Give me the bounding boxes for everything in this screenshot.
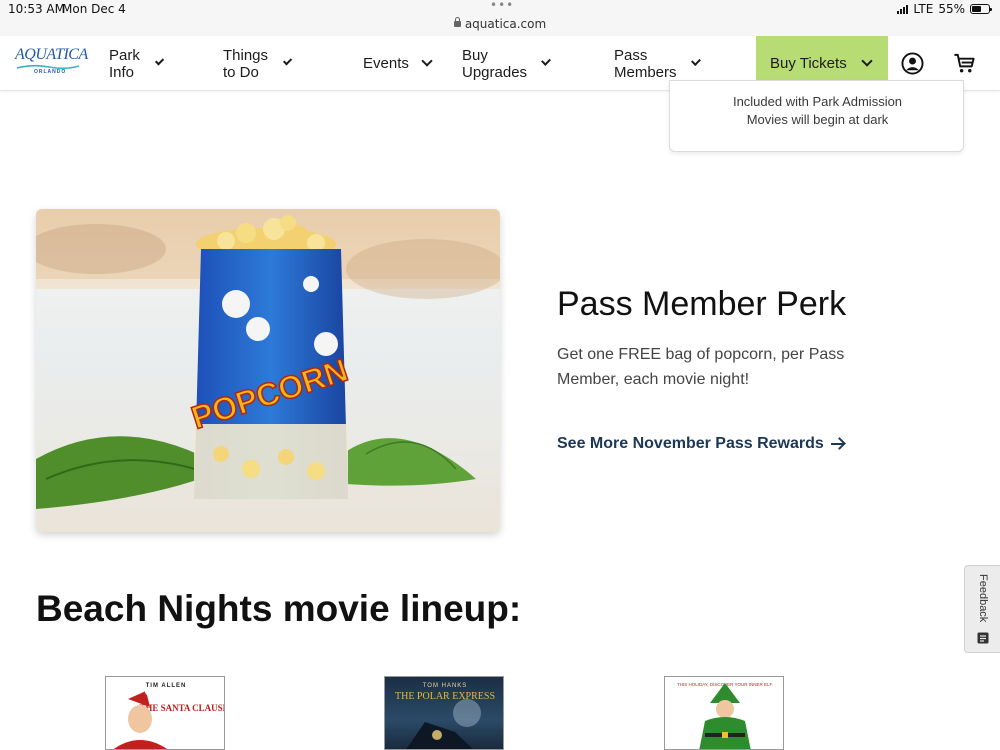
multitask-dots-icon[interactable]: ••• (490, 0, 514, 12)
url-text: aquatica.com (464, 17, 547, 31)
nav-label: Pass Members (614, 46, 677, 81)
popcorn-image: POPCORN (36, 209, 500, 532)
shopping-cart-icon[interactable] (953, 52, 976, 75)
polar-express-poster-art: TOM HANKS THE POLAR EXPRESS (395, 683, 495, 749)
feedback-tab[interactable]: Feedback (964, 565, 1000, 653)
nav-label: Buy Upgrades (462, 46, 528, 81)
nav-things-to-do[interactable]: Things to Do (223, 36, 293, 91)
perk-title: Pass Member Perk (557, 285, 847, 323)
status-time: 10:53 AM (8, 2, 65, 16)
movie-poster-santa-clause[interactable]: TIM ALLEN THE SANTA CLAUSE (105, 676, 225, 750)
movie-poster-elf[interactable]: THIS HOLIDAY, DISCOVER YOUR INNER ELF. (664, 676, 784, 750)
buy-tickets-label: Buy Tickets (770, 55, 847, 72)
movie-poster-polar-express[interactable]: TOM HANKS THE POLAR EXPRESS (384, 676, 504, 750)
nav-label: Events (363, 55, 409, 72)
lock-icon (453, 17, 461, 27)
aquatica-logo[interactable]: AQUATICA ORLANDO (15, 46, 88, 82)
poster-title: THE POLAR EXPRESS (395, 691, 495, 702)
feedback-icon (977, 632, 989, 644)
nav-events[interactable]: Events (363, 36, 433, 91)
lineup-title: Beach Nights movie lineup: (36, 588, 522, 629)
address-bar[interactable]: aquatica.com (0, 17, 1000, 31)
chevron-down-icon (282, 56, 293, 66)
event-time-text: Movies will begin at dark (746, 112, 889, 127)
poster-title: THE SANTA CLAUSE (139, 703, 225, 713)
link-label: See More November Pass Rewards (557, 435, 824, 452)
logo-subtitle: ORLANDO (34, 69, 67, 75)
signal-icon (897, 4, 909, 14)
status-date: Mon Dec 4 (62, 2, 126, 16)
poster-top-text: TIM ALLEN (146, 683, 187, 689)
see-more-rewards-link[interactable]: See More November Pass Rewards (557, 435, 844, 453)
chevron-down-icon (861, 55, 873, 67)
arrow-right-icon (830, 443, 844, 445)
elf-poster-art: THIS HOLIDAY, DISCOVER YOUR INNER ELF. (677, 682, 773, 749)
nav-label: Things to Do (223, 46, 269, 81)
status-bar: 10:53 AM Mon Dec 4 ••• aquatica.com LTE … (0, 0, 1000, 36)
nav-park-info[interactable]: Park Info (109, 36, 164, 91)
perk-description: Get one FREE bag of popcorn, per Pass Me… (557, 346, 845, 388)
battery-percent: 55% (938, 2, 965, 16)
account-circle-icon[interactable] (901, 52, 924, 75)
nav-buy-upgrades[interactable]: Buy Upgrades (462, 36, 551, 91)
nav-label: Park Info (109, 46, 140, 81)
event-admission-text: Included with Park Admission (732, 94, 903, 109)
poster-top-text: TOM HANKS (423, 683, 468, 689)
battery-icon (970, 4, 992, 14)
feedback-label: Feedback (977, 574, 989, 623)
event-info-card: Included with Park Admission Movies will… (669, 80, 964, 152)
chevron-down-icon (154, 56, 164, 66)
popcorn-bag-illustration: POPCORN (36, 209, 500, 532)
santa-clause-poster-art: TIM ALLEN THE SANTA CLAUSE (113, 683, 225, 749)
logo-text: AQUATICA (15, 46, 88, 63)
network-label: LTE (913, 2, 934, 16)
chevron-down-icon (690, 56, 701, 66)
chevron-down-icon (421, 55, 433, 67)
chevron-down-icon (540, 55, 551, 67)
status-indicators: LTE 55% (897, 2, 992, 16)
